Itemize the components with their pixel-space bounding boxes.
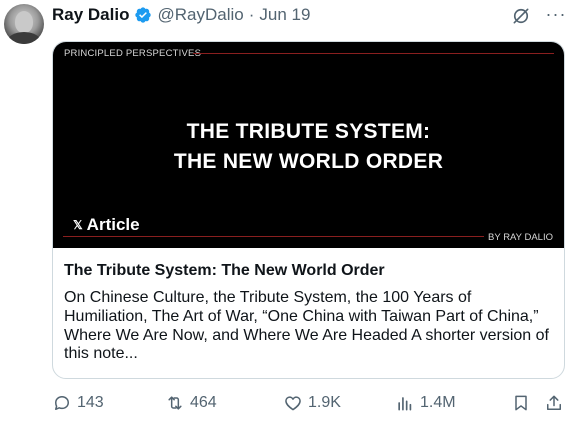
repost-icon [168,396,182,410]
tweet-header: Ray Dalio @RayDalio · Jun 19 [52,4,310,26]
heart-icon [285,396,301,411]
avatar-face [15,11,33,33]
repost-button[interactable]: 464 [165,393,217,413]
article-description: On Chinese Culture, the Tribute System, … [64,289,549,363]
cover-kicker: PRINCIPLED PERSPECTIVES [64,48,202,59]
separator-dot: · [248,5,255,24]
avatar-shoulders [7,32,41,44]
like-count: 1.9K [308,394,341,411]
reply-button[interactable]: 143 [52,393,104,413]
reply-icon [55,396,69,410]
share-button[interactable] [544,393,564,413]
verified-badge-icon [135,7,152,23]
cover-title-line-1: THE TRIBUTE SYSTEM: [186,120,431,143]
reply-count: 143 [77,394,104,411]
views-button[interactable]: 1.4M [395,393,456,413]
post-date[interactable]: Jun 19 [259,5,310,25]
cover-rule-top [193,53,554,54]
cover-title-line-2: THE NEW WORLD ORDER [173,150,444,173]
article-card[interactable]: PRINCIPLED PERSPECTIVES THE TRIBUTE SYST… [52,41,565,379]
x-logo-icon: 𝕏 [73,218,83,232]
repost-count: 464 [190,394,217,411]
cover-rule-bottom [63,236,484,237]
display-name[interactable]: Ray Dalio [52,5,129,25]
handle[interactable]: @RayDalio [157,5,243,25]
like-button[interactable]: 1.9K [283,393,341,413]
article-badge: 𝕏 Article [73,215,140,235]
cover-byline: BY RAY DALIO [488,232,553,243]
article-title[interactable]: The Tribute System: The New World Order [64,262,385,280]
analytics-icon [398,397,412,411]
article-badge-label: Article [86,215,140,234]
bookmark-button[interactable] [511,393,531,413]
avatar[interactable] [4,4,44,44]
bookmark-icon [515,395,527,411]
more-options-icon[interactable]: ··· [544,4,568,24]
action-bar: 143 464 1.9K 1.4M [0,393,578,417]
article-cover-image[interactable]: PRINCIPLED PERSPECTIVES THE TRIBUTE SYST… [53,42,564,248]
share-icon [547,395,561,410]
grok-icon[interactable] [511,6,531,26]
view-count: 1.4M [420,394,456,411]
